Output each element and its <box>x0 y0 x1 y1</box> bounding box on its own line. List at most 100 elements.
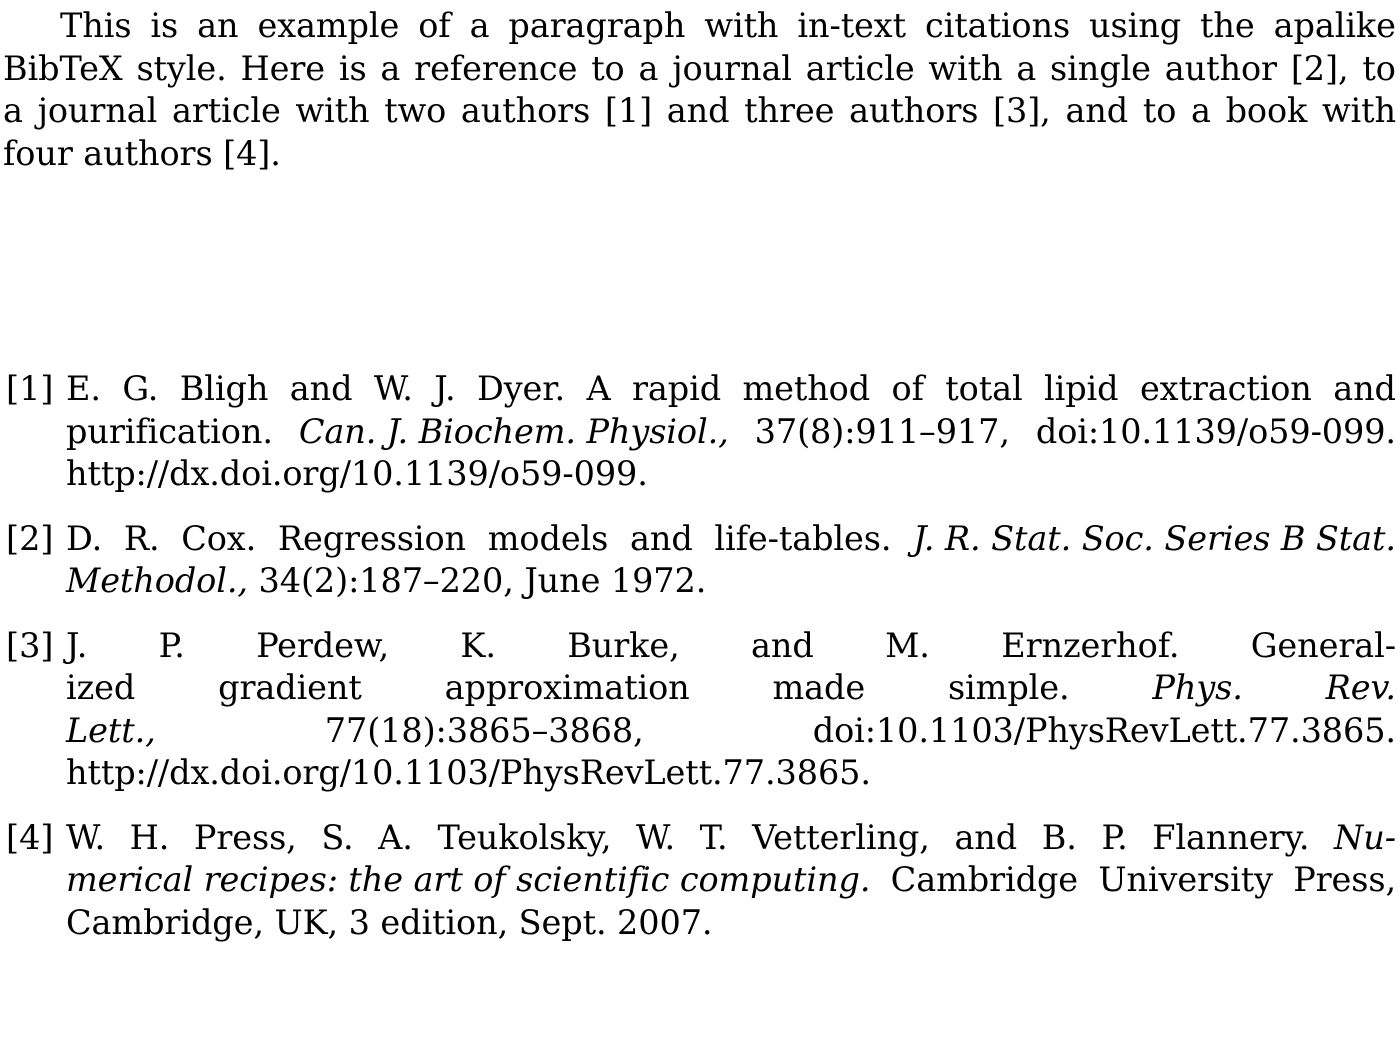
roman-run: article <box>172 91 281 130</box>
text-line: J. P. Perdew, K. Burke, and M. Ernzerhof. Genera… <box>66 625 1396 665</box>
roman-run: T. <box>699 817 728 857</box>
roman-run: in-text <box>797 6 906 45</box>
roman-run: to <box>1362 48 1396 88</box>
roman-run: R. <box>123 518 160 558</box>
roman-run: and <box>1065 91 1129 130</box>
roman-run: 34(2):187–220, June 1972. <box>247 561 707 600</box>
roman-run: K. <box>460 625 496 665</box>
roman-run: Regression <box>277 518 467 558</box>
roman-run: simple. <box>947 668 1070 707</box>
roman-run: Cambridge <box>890 860 1079 899</box>
roman-run: A. <box>378 817 413 857</box>
roman-run: with <box>1321 91 1396 130</box>
roman-run: Dyer. <box>476 369 566 408</box>
roman-run: [3], <box>993 91 1051 130</box>
roman-run: Teukolsky, <box>437 817 612 857</box>
roman-run: an <box>197 6 239 45</box>
text-line: purification. Can. J. Biochem. Physiol., 3… <box>66 411 1396 451</box>
italic-run: Rev. <box>1325 668 1396 707</box>
roman-run: W. <box>66 817 106 857</box>
roman-run: Ernzerhof. <box>1001 625 1180 665</box>
roman-run: style. <box>136 48 227 88</box>
roman-run: Perdew, <box>256 625 390 665</box>
text-line: Methodol., 34(2):187–220, June 1972. <box>66 564 706 598</box>
roman-run: is <box>338 48 367 88</box>
text-line: This is an example of a paragraph with in-text ci… <box>60 9 1396 43</box>
roman-run: http://dx.doi.org/10.1103/PhysRevLett.77… <box>66 753 871 792</box>
roman-run: a <box>1016 48 1037 88</box>
italic-run: J. R. Stat. Soc. Series B Stat. <box>913 518 1396 558</box>
text-line: a journal article with two authors [1] and three… <box>3 94 1396 128</box>
roman-run: four authors [4]. <box>3 133 281 173</box>
roman-run: http://dx.doi.org/10.1139/o59-099. <box>66 454 648 493</box>
roman-run: BibTeX <box>3 48 123 88</box>
roman-run: M. <box>885 625 930 665</box>
roman-run: made <box>772 668 866 707</box>
text-line: Cambridge, UK, 3 edition, Sept. 2007. <box>66 902 713 942</box>
roman-run: paragraph <box>508 6 686 45</box>
roman-run: 77(18):3865–3868, <box>324 710 644 750</box>
italic-run: Methodol., <box>66 561 248 600</box>
roman-run: Here <box>240 48 326 88</box>
roman-run: approximation <box>444 668 690 707</box>
roman-run: the <box>1200 6 1255 45</box>
italic-run: Phys. <box>1152 668 1243 707</box>
roman-run: Cambridge, UK, 3 edition, Sept. 2007. <box>66 902 713 942</box>
roman-run: J. <box>434 369 456 408</box>
roman-run: purification. <box>66 411 273 451</box>
bibliography-entry-label: [2] <box>6 518 54 558</box>
document-page: This is an example of a paragraph with in-text ci… <box>0 0 1400 1049</box>
roman-run: of <box>891 369 924 408</box>
italic-run: Lett., <box>66 710 156 750</box>
roman-run: This <box>60 6 132 45</box>
roman-run: method <box>742 369 871 408</box>
roman-run: to <box>591 48 625 88</box>
text-line: E. G. Bligh and W. J. Dyer. Arapid method of total… <box>66 372 1396 406</box>
roman-run: two <box>384 91 447 130</box>
roman-run: Bligh <box>179 369 269 408</box>
roman-run: with <box>295 91 370 130</box>
roman-run: apalike <box>1273 6 1396 45</box>
roman-run: using <box>1089 6 1182 45</box>
roman-run: [2], <box>1290 48 1349 88</box>
roman-run: and <box>1333 369 1396 408</box>
roman-run: author <box>1164 48 1277 88</box>
roman-run: W. <box>373 369 413 408</box>
roman-run: three <box>744 91 835 130</box>
roman-run: and <box>954 817 1018 857</box>
text-line: BibTeX style. Here is a reference to a journal ar… <box>3 48 1396 88</box>
roman-run: and <box>751 625 814 665</box>
italic-run: Nu- <box>1334 817 1396 857</box>
roman-run: B. <box>1041 817 1077 857</box>
roman-run: P. <box>1101 817 1128 857</box>
bibliography-entry-label: [4] <box>6 817 54 857</box>
roman-run: ized <box>66 668 136 707</box>
roman-run: lipid <box>1043 369 1119 408</box>
roman-run: of <box>418 6 451 45</box>
roman-run: W. <box>636 817 676 857</box>
roman-run: and <box>629 518 693 558</box>
roman-run: a <box>3 91 23 130</box>
roman-run: a <box>1190 91 1211 130</box>
text-line: http://dx.doi.org/10.1139/o59-099. <box>66 457 648 491</box>
roman-run: extraction <box>1139 369 1312 408</box>
roman-run: doi:10.1139/o59-099. <box>1035 411 1396 451</box>
roman-run: life-tables. <box>714 518 892 558</box>
roman-run: journal <box>37 91 158 130</box>
roman-run: Cox. <box>181 518 257 558</box>
roman-run: with <box>928 48 1003 88</box>
roman-run: doi:10.1103/PhysRevLett.77.3865. <box>812 710 1396 750</box>
text-line: ized gradient approximation made simple. Phys… <box>66 671 1396 705</box>
text-line: http://dx.doi.org/10.1103/PhysRevLett.77… <box>66 756 871 790</box>
roman-run: University <box>1098 860 1273 899</box>
roman-run: [1] <box>604 91 653 130</box>
roman-run: Burke, <box>567 625 680 665</box>
roman-run: gradient <box>218 668 362 707</box>
roman-run: rapid <box>631 369 722 408</box>
roman-run: example <box>257 6 400 45</box>
roman-run: A <box>586 369 611 408</box>
roman-run: E. <box>66 369 101 408</box>
roman-run: P. <box>158 625 185 665</box>
roman-run: a <box>638 48 659 88</box>
text-line: W. H. Press, S. A. Teukolsky, W. T. Vetterling, a… <box>66 817 1396 857</box>
